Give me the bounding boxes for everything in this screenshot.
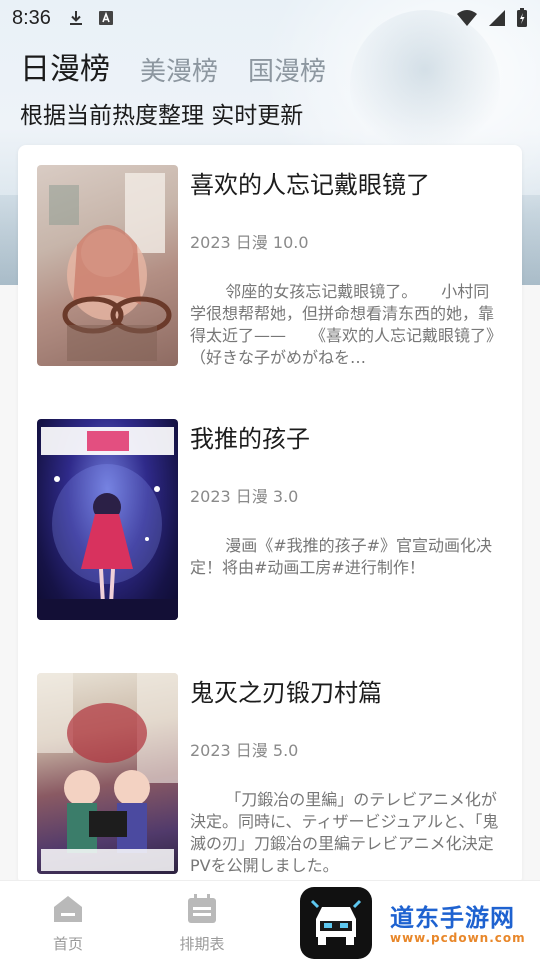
anime-poster-girl-glasses-icon [49, 173, 172, 361]
anime-poster-demon-slayer-icon [37, 673, 178, 871]
anime-meta: 2023 日漫 5.0 [190, 741, 299, 760]
tab-japanese-anime[interactable]: 日漫榜 [20, 44, 110, 88]
tab-american-anime[interactable]: 美漫榜 [140, 51, 218, 88]
anime-meta: 2023 日漫 10.0 [190, 233, 309, 252]
anime-cover-image [37, 165, 178, 366]
status-time: 8:36 [12, 6, 51, 29]
page-subtitle: 根据当前热度整理 实时更新 [20, 103, 304, 129]
list-item[interactable]: 喜欢的人忘记戴眼镜了 2023 日漫 10.0 邻座的女孩忘记戴眼镜了。 小村同… [18, 145, 522, 367]
site-watermark: 道东手游网 www.pcdown.com [390, 898, 540, 958]
nav-schedule[interactable]: 排期表 [162, 893, 242, 954]
battery-charging-icon [517, 8, 527, 27]
nav-schedule-label: 排期表 [179, 935, 225, 953]
nav-home-label: 首页 [52, 935, 83, 953]
watermark-sub-text: www.pcdown.com [390, 931, 526, 945]
nav-home[interactable]: 首页 [28, 893, 108, 954]
anime-cover-image [37, 419, 178, 620]
list-item[interactable]: 鬼灭之刃锻刀村篇 2023 日漫 5.0 「刀鍛冶の里編」のテレビアニメ化が決定… [18, 653, 522, 875]
watermark-main-text: 道东手游网 [390, 904, 515, 932]
status-bar: 8:36 [0, 0, 540, 36]
car-mascot-icon [310, 899, 362, 945]
calendar-icon [188, 894, 216, 923]
anime-poster-idol-stage-icon [37, 427, 178, 620]
anime-cover-image [37, 673, 178, 874]
anime-description: 邻座的女孩忘记戴眼镜了。 小村同学很想帮帮她，但拼命想看清东西的她，靠得太近了—… [190, 282, 502, 367]
tab-chinese-anime[interactable]: 国漫榜 [248, 51, 326, 88]
app-notification-icon [98, 11, 113, 25]
download-icon [69, 11, 82, 25]
anime-title: 我推的孩子 [190, 425, 310, 453]
ranking-tabs: 日漫榜 美漫榜 国漫榜 [20, 44, 326, 88]
anime-title: 鬼灭之刃锻刀村篇 [190, 679, 382, 707]
anime-description: 「刀鍛冶の里編」のテレビアニメ化が決定。同時に、ティザービジュアルと、「鬼滅の刃… [190, 790, 499, 875]
list-item[interactable]: 我推的孩子 2023 日漫 3.0 漫画《#我推的孩子#》官宣动画化决定！将由#… [18, 399, 522, 620]
anime-list: 喜欢的人忘记戴眼镜了 2023 日漫 10.0 邻座的女孩忘记戴眼镜了。 小村同… [18, 145, 522, 885]
home-icon [54, 896, 82, 922]
anime-description: 漫画《#我推的孩子#》官宣动画化决定！将由#动画工房#进行制作！ [190, 536, 493, 577]
wifi-icon [457, 10, 477, 26]
status-right [456, 8, 528, 28]
anime-meta: 2023 日漫 3.0 [190, 487, 299, 506]
signal-icon [489, 10, 505, 26]
nav-center-app-button[interactable] [300, 887, 372, 959]
anime-title: 喜欢的人忘记戴眼镜了 [190, 171, 430, 199]
